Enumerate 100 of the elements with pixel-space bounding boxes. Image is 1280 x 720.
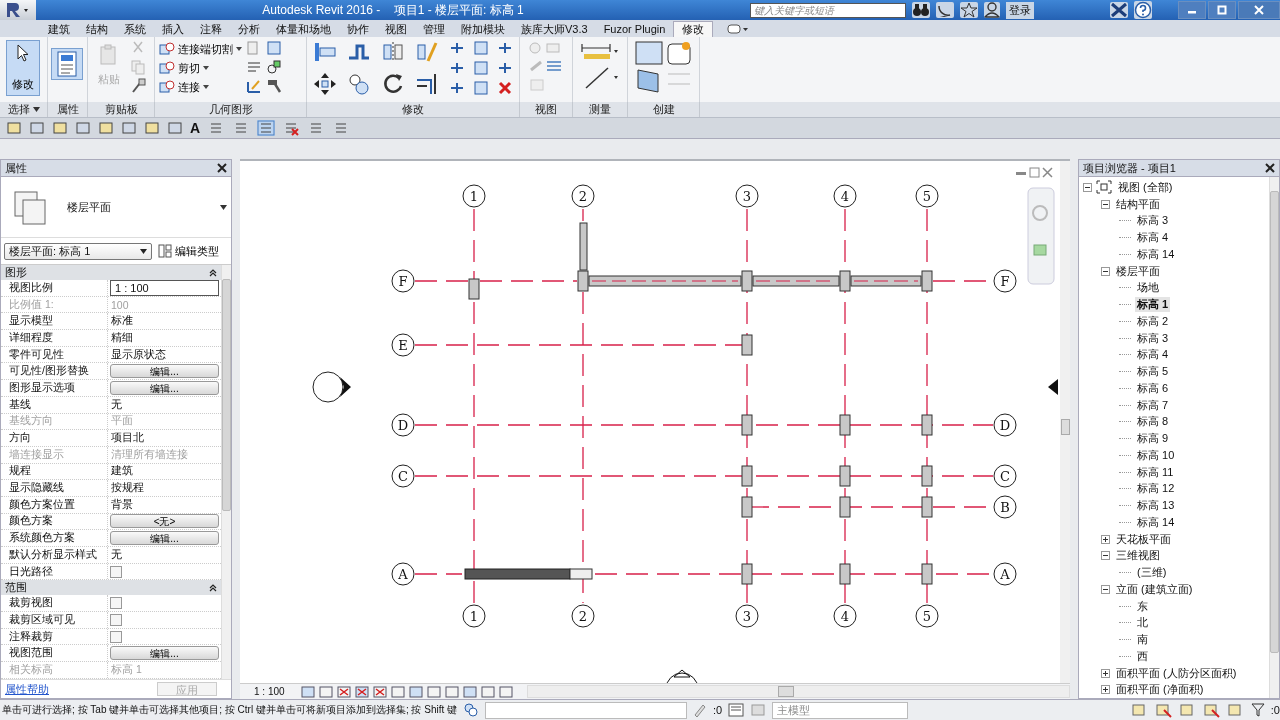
expander-icon[interactable] — [1101, 685, 1110, 695]
ribbon-tab[interactable]: 修改 — [673, 21, 714, 37]
tree-item[interactable]: 标高 8 — [1135, 414, 1171, 430]
properties-button[interactable] — [51, 48, 83, 80]
edit-button[interactable]: 编辑... — [110, 646, 219, 661]
tree-item[interactable]: 标高 9 — [1135, 431, 1171, 447]
modify-button[interactable]: 修改 — [6, 40, 40, 96]
checkbox[interactable] — [110, 597, 122, 610]
geometry-tool-button[interactable]: 剪切 — [159, 59, 242, 77]
expander-icon[interactable] — [1083, 182, 1092, 192]
column[interactable] — [921, 465, 933, 487]
view-window-controls-icon[interactable] — [1016, 167, 1053, 178]
tree-item[interactable]: 标高 11 — [1135, 464, 1176, 480]
grid-bubble[interactable]: 5 — [915, 184, 939, 208]
rotate-icon[interactable] — [381, 72, 405, 96]
column[interactable] — [839, 270, 851, 292]
ribbon-tab[interactable]: 族库大师V3.3 — [513, 21, 596, 37]
close-icon[interactable] — [217, 163, 227, 173]
column[interactable] — [741, 465, 753, 487]
type-selector[interactable]: 楼层平面 — [1, 177, 231, 238]
ribbon-tab[interactable]: 插入 — [154, 21, 192, 37]
close-icon[interactable] — [1265, 163, 1275, 173]
tree-item[interactable]: 立面 (建筑立面) — [1114, 581, 1195, 597]
ribbon-tab[interactable]: 视图 — [377, 21, 415, 37]
grid-bubble[interactable]: D — [993, 413, 1017, 437]
column[interactable] — [741, 414, 753, 436]
align-icon[interactable] — [313, 40, 337, 64]
column[interactable] — [839, 414, 851, 436]
tree-item[interactable]: 标高 5 — [1135, 364, 1171, 380]
tree-item[interactable]: 标高 2 — [1135, 313, 1171, 329]
edit-button[interactable]: 编辑... — [110, 531, 219, 546]
geometry-tool-button[interactable]: 连接 — [159, 78, 242, 96]
tree-item[interactable]: 南 — [1135, 632, 1150, 648]
pencil-icon[interactable] — [693, 703, 708, 717]
search-field[interactable]: 键入关键字或短语 — [750, 2, 906, 18]
group-header[interactable]: 范围 — [5, 580, 27, 596]
expander-icon[interactable] — [1101, 266, 1110, 276]
create-tools-drawing[interactable] — [633, 40, 694, 94]
grid-bubble[interactable]: 1 — [462, 184, 486, 208]
tree-item[interactable]: 标高 14 — [1135, 246, 1177, 262]
edit-button[interactable]: 编辑... — [110, 364, 219, 379]
view-scale[interactable]: 1 : 100 — [254, 686, 285, 697]
grid-bubble[interactable]: 2 — [571, 184, 595, 208]
sign-in-link[interactable]: 登录 — [1006, 1, 1034, 19]
tree-item[interactable]: 结构平面 — [1114, 196, 1162, 212]
scrollbar[interactable] — [526, 685, 1070, 698]
column[interactable] — [741, 270, 753, 292]
column[interactable] — [839, 465, 851, 487]
ribbon-tab[interactable]: 协作 — [339, 21, 377, 37]
grid-bubble[interactable]: 2 — [571, 604, 595, 628]
checkbox[interactable] — [110, 565, 122, 578]
ribbon-tab[interactable]: Fuzor Plugin — [595, 21, 674, 37]
tree-item[interactable]: 面积平面 (人防分区面积) — [1114, 665, 1239, 681]
ribbon-tab[interactable]: 建筑 — [40, 21, 78, 37]
tree-item[interactable]: 场地 — [1135, 280, 1161, 296]
binoculars-icon[interactable] — [912, 2, 930, 18]
ribbon-tab[interactable]: 结构 — [78, 21, 116, 37]
hammer-icon[interactable] — [266, 78, 282, 94]
tree-item[interactable]: 标高 4 — [1135, 230, 1171, 246]
thin-lines-icon[interactable] — [257, 120, 276, 136]
grid-bubble[interactable]: 4 — [833, 184, 857, 208]
tree-item[interactable]: 标高 1 — [1135, 297, 1171, 313]
tree-item[interactable]: 标高 14 — [1135, 514, 1177, 530]
worksharing-icon[interactable] — [463, 702, 480, 718]
drawing-canvas[interactable]: 1 1 2 2 3 3 4 4 5 5 F F E D D C C B A A — [240, 159, 1070, 683]
tree-item[interactable]: 标高 4 — [1135, 347, 1171, 363]
grid-bubble[interactable]: A — [391, 562, 415, 586]
wall[interactable] — [464, 568, 593, 580]
expander-icon[interactable] — [1101, 551, 1110, 561]
move-icon[interactable] — [313, 72, 337, 96]
instance-dropdown[interactable]: 楼层平面: 标高 1 — [4, 242, 152, 260]
tree-item[interactable]: 天花板平面 — [1114, 531, 1173, 547]
column[interactable] — [921, 496, 933, 518]
grid-line[interactable] — [844, 208, 846, 604]
maximize-button[interactable] — [1208, 1, 1236, 19]
minimize-button[interactable] — [1178, 1, 1206, 19]
expander-icon[interactable] — [1101, 199, 1110, 209]
copy-clipboard-icon[interactable] — [130, 59, 146, 75]
column[interactable] — [839, 563, 851, 585]
edit-type-button[interactable]: 编辑类型 — [158, 243, 219, 259]
grid-line[interactable] — [414, 475, 994, 477]
expander-icon[interactable] — [1101, 668, 1110, 678]
grid-bubble[interactable]: D — [391, 413, 415, 437]
ribbon-tab[interactable]: 管理 — [415, 21, 453, 37]
grid-bubble[interactable]: B — [993, 495, 1017, 519]
checkbox[interactable] — [110, 613, 122, 626]
edit-button[interactable]: 编辑... — [110, 380, 219, 395]
mirror-draw-icon[interactable] — [415, 40, 439, 64]
tree-item[interactable]: 面积平面 (净面积) — [1114, 682, 1206, 698]
properties-help-link[interactable]: 属性帮助 — [5, 681, 49, 697]
expander-icon[interactable] — [1101, 534, 1110, 544]
property-field[interactable]: 1 : 100 — [110, 279, 219, 296]
help-icon[interactable] — [1134, 1, 1152, 19]
column[interactable] — [839, 496, 851, 518]
scrollbar[interactable] — [221, 265, 231, 679]
grid-bubble[interactable]: E — [391, 333, 415, 357]
group-header[interactable]: 图形 — [5, 265, 27, 280]
grid-line[interactable] — [746, 208, 748, 604]
grid-bubble[interactable]: F — [993, 269, 1017, 293]
tree-item[interactable]: 视图 (全部) — [1116, 179, 1175, 195]
